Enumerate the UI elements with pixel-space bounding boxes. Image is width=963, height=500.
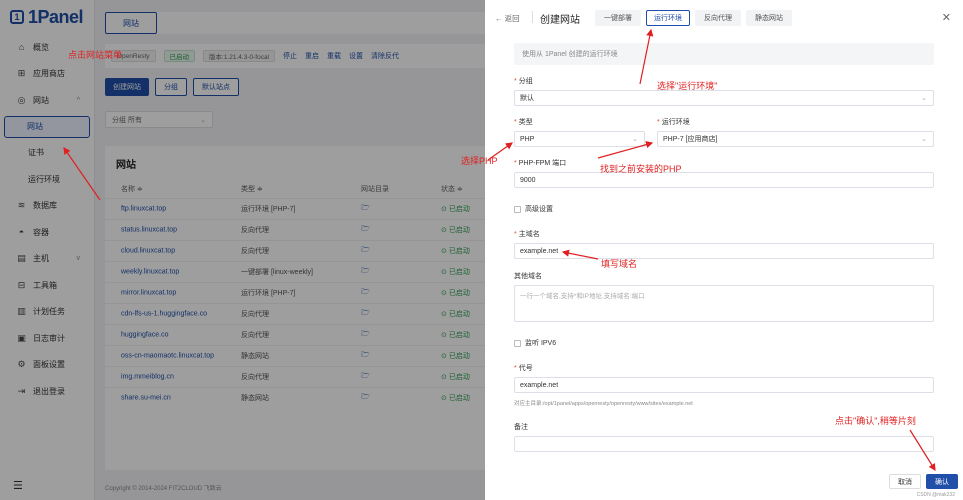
annotation-select-php: 选择PHP [461,156,498,166]
chevron-down-icon: ⌄ [921,136,927,143]
group-label: * 分组 [514,78,533,85]
divider [532,11,533,23]
arrow-left-icon: ← [495,14,503,23]
other-domains-label: 其他域名 [514,273,542,280]
checkbox-icon [514,339,521,347]
group-select[interactable]: 默认 ⌄ [514,90,934,106]
tab-static-site[interactable]: 静态网站 [746,10,792,26]
runtime-label: * 运行环境 [657,119,690,126]
ipv6-checkbox[interactable]: 监听 IPV6 [514,338,556,348]
cancel-button[interactable]: 取消 [889,474,921,489]
back-button[interactable]: ← 返回 [495,13,520,24]
type-label: * 类型 [514,119,533,126]
alias-path-note: 对应主目录:/opt/1panel/apps/openresty/openres… [514,401,693,407]
fpm-port-input[interactable]: 9000 [514,172,934,188]
chevron-down-icon: ⌄ [632,136,638,143]
other-domains-textarea[interactable]: 一行一个域名,支持*和IP地址,支持域名:端口 [514,285,934,322]
checkbox-label: 高级设置 [525,206,553,213]
annotation-click-confirm: 点击"确认",稍等片刻 [835,416,916,426]
advanced-settings-checkbox[interactable]: 高级设置 [514,204,553,214]
tab-runtime[interactable]: 运行环境 [646,10,690,26]
annotation-fill-domain: 填写域名 [601,259,638,269]
fpm-port-label: * PHP-FPM 端口 [514,160,567,167]
checkbox-label: 监听 IPV6 [525,340,557,347]
runtime-hint: 使用从 1Panel 创建的运行环境 [514,43,934,65]
alias-label: * 代号 [514,365,533,372]
annotation-find-php: 找到之前安装的PHP [600,164,682,174]
remark-input[interactable] [514,436,934,452]
annotation-click-website: 点击网站菜单 [68,50,123,60]
back-label: 返回 [504,14,520,23]
primary-domain-input[interactable]: example.net [514,243,934,259]
alias-input[interactable]: example.net [514,377,934,393]
tab-reverse-proxy[interactable]: 反向代理 [695,10,741,26]
runtime-select[interactable]: PHP-7 [应用商店] ⌄ [657,131,934,147]
domain-label: * 主域名 [514,231,540,238]
tab-one-click-deploy[interactable]: 一键部署 [595,10,641,26]
annotation-select-runtime: 选择"运行环境" [657,81,718,91]
confirm-button[interactable]: 确认 [926,474,958,489]
watermark: CSDN @mak232 [916,492,955,498]
drawer-title: 创建网站 [540,15,580,26]
close-icon[interactable]: ✕ [942,11,951,24]
chevron-down-icon: ⌄ [921,95,927,102]
modal-overlay[interactable] [0,0,485,500]
checkbox-icon [514,205,521,213]
remark-label: 备注 [514,424,528,431]
type-select[interactable]: PHP ⌄ [514,131,645,147]
